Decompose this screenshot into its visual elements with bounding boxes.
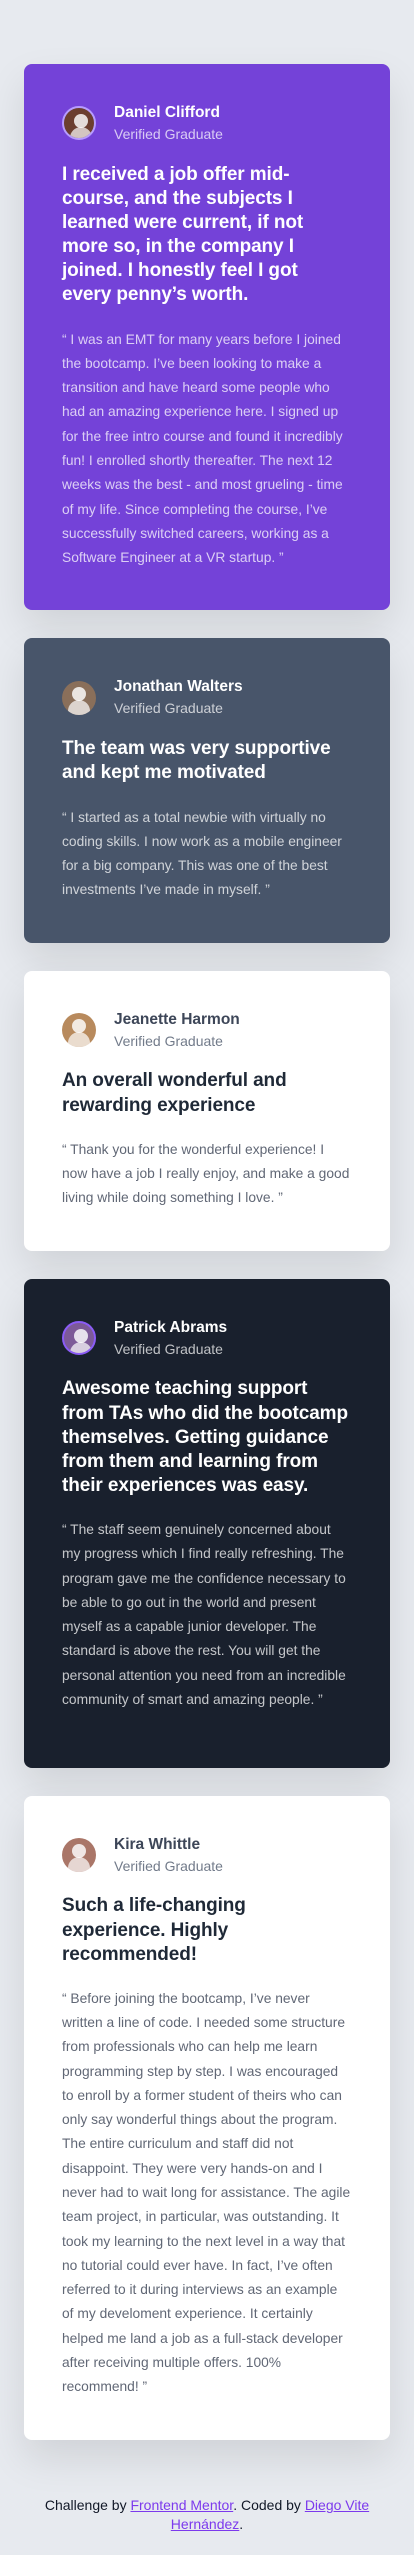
attribution-suffix: . <box>239 2515 244 2532</box>
avatar <box>62 680 96 715</box>
author-role: Verified Graduate <box>114 1032 223 1049</box>
author-name: Jonathan Walters <box>114 678 243 696</box>
author-role: Verified Graduate <box>114 1340 223 1357</box>
testimonial-headline: Such a life-changing experience. Highly … <box>62 1895 246 1965</box>
author-block: Patrick Abrams Verified Graduate <box>62 1319 352 1358</box>
author-block: Jonathan Walters Verified Graduate <box>62 678 352 717</box>
testimonial-card-daniel-clifford: Daniel Clifford Verified Graduate I rece… <box>24 64 390 611</box>
author-meta: Kira Whittle Verified Graduate <box>114 1836 223 1875</box>
author-name: Patrick Abrams <box>114 1318 228 1336</box>
testimonial-card-jeanette-harmon: Jeanette Harmon Verified Graduate An ove… <box>24 970 390 1251</box>
author-name: Daniel Clifford <box>114 104 220 121</box>
author-meta: Jeanette Harmon Verified Graduate <box>114 1011 240 1050</box>
avatar <box>62 106 96 141</box>
author-name: Kira Whittle <box>114 1835 201 1853</box>
author-role: Verified Graduate <box>114 126 223 143</box>
avatar <box>62 1320 96 1355</box>
avatar <box>62 1013 96 1048</box>
author-role: Verified Graduate <box>114 1857 223 1874</box>
testimonial-quote: “ Before joining the bootcamp, I’ve neve… <box>62 1990 351 2395</box>
testimonial-quote: “ I started as a total newbie with virtu… <box>62 809 342 898</box>
testimonial-quote: “ I was an EMT for many years before I j… <box>62 331 343 566</box>
attribution-middle: . Coded by <box>233 2497 301 2513</box>
attribution-footer: Challenge by Frontend Mentor. Coded by D… <box>0 2496 414 2534</box>
author-block: Daniel Clifford Verified Graduate <box>62 104 352 143</box>
testimonial-headline: Awesome teaching support from TAs who di… <box>62 1378 348 1496</box>
author-meta: Daniel Clifford Verified Graduate <box>114 104 223 143</box>
testimonial-quote: “ Thank you for the wonderful experience… <box>62 1141 350 1206</box>
author-meta: Jonathan Walters Verified Graduate <box>114 678 243 717</box>
frontend-mentor-link[interactable]: Frontend Mentor <box>130 2497 233 2513</box>
attribution-prefix: Challenge by <box>44 2497 127 2513</box>
testimonial-headline: The team was very supportive and kept me… <box>62 738 331 784</box>
testimonial-card-kira-whittle: Kira Whittle Verified Graduate Such a li… <box>24 1795 390 2440</box>
author-meta: Patrick Abrams Verified Graduate <box>114 1319 227 1358</box>
testimonial-headline: An overall wonderful and rewarding exper… <box>62 1070 287 1116</box>
avatar <box>62 1837 96 1872</box>
testimonial-headline: I received a job offer mid-course, and t… <box>62 163 304 306</box>
testimonial-list: Daniel Clifford Verified Graduate I rece… <box>24 64 390 2440</box>
author-block: Kira Whittle Verified Graduate <box>62 1836 352 1875</box>
testimonial-quote: “ The staff seem genuinely concerned abo… <box>62 1522 346 1707</box>
author-block: Jeanette Harmon Verified Graduate <box>62 1011 352 1050</box>
testimonial-card-patrick-abrams: Patrick Abrams Verified Graduate Awesome… <box>24 1278 390 1768</box>
author-role: Verified Graduate <box>114 700 223 717</box>
author-name: Jeanette Harmon <box>114 1010 240 1028</box>
testimonial-card-jonathan-walters: Jonathan Walters Verified Graduate The t… <box>24 638 390 943</box>
